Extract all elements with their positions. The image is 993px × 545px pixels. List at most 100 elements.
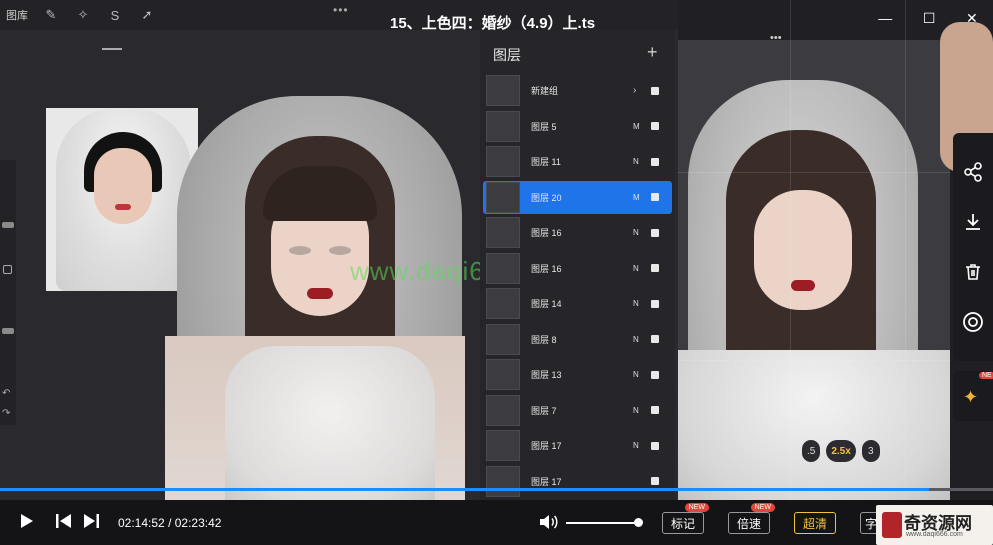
previous-icon[interactable] xyxy=(56,514,72,531)
layer-row[interactable]: 图层 7 N xyxy=(483,394,672,427)
mark-label: 标记 xyxy=(671,516,696,531)
selection-icon[interactable]: S xyxy=(106,6,124,24)
guide-line xyxy=(678,172,950,173)
maximize-button[interactable]: ☐ xyxy=(923,10,936,27)
visibility-checkbox[interactable] xyxy=(651,441,659,450)
trash-icon[interactable] xyxy=(962,261,984,283)
window-controls: — ☐ ✕ xyxy=(863,6,993,30)
guide-line xyxy=(790,0,791,512)
layer-thumbnail xyxy=(486,146,520,177)
reference-handle[interactable] xyxy=(102,48,122,50)
blend-mode[interactable]: N xyxy=(633,264,639,273)
current-time: 02:14:52 xyxy=(118,516,165,530)
blend-mode[interactable]: N xyxy=(633,228,639,237)
layer-row[interactable]: 图层 17 xyxy=(483,465,672,498)
player-controls: 02:14:52 / 02:23:42 标记 NEW 倍速 NEW 超清 字 xyxy=(0,500,993,545)
speed-option[interactable]: 2.5x xyxy=(826,440,856,462)
blend-mode[interactable]: N xyxy=(633,157,639,166)
mark-new-badge: NEW xyxy=(684,503,710,512)
volume-knob[interactable] xyxy=(634,518,644,527)
visibility-checkbox[interactable] xyxy=(651,193,659,201)
visibility-checkbox[interactable] xyxy=(651,264,659,272)
quality-button[interactable]: 超清 xyxy=(794,512,837,534)
layer-row[interactable]: 新建组 › xyxy=(483,74,672,107)
layer-thumbnail xyxy=(486,465,520,497)
layer-name: 图层 8 xyxy=(531,334,557,345)
quality-label: 超清 xyxy=(803,516,828,531)
play-icon[interactable] xyxy=(20,513,34,532)
visibility-checkbox[interactable] xyxy=(651,122,659,130)
layer-row[interactable]: 图层 17 N xyxy=(483,429,672,462)
layer-thumbnail xyxy=(486,110,520,142)
layer-thumbnail xyxy=(486,181,520,213)
blend-mode[interactable]: M xyxy=(633,122,640,131)
visibility-checkbox[interactable] xyxy=(651,406,659,414)
opacity-slider[interactable] xyxy=(2,328,14,334)
add-layer-button[interactable]: + xyxy=(647,42,658,63)
blend-mode[interactable]: N xyxy=(633,406,639,415)
layer-row[interactable]: 图层 11 N xyxy=(483,145,672,178)
video-title: 15、上色四：婚纱（4.9）上.ts xyxy=(390,15,596,32)
layer-row[interactable]: 图层 13 N xyxy=(483,358,672,391)
gallery-button[interactable]: 图库 xyxy=(6,7,28,23)
transform-icon[interactable]: ➚ xyxy=(138,6,156,24)
blend-mode[interactable]: N xyxy=(633,370,639,379)
minimize-button[interactable]: — xyxy=(878,10,892,26)
adjustments-icon[interactable]: ✧ xyxy=(74,6,92,24)
blend-mode[interactable]: M xyxy=(633,193,640,202)
layer-thumbnail xyxy=(486,252,520,284)
layer-name: 图层 16 xyxy=(531,228,562,238)
volume-icon[interactable] xyxy=(539,514,559,534)
layer-name: 图层 17 xyxy=(531,441,562,451)
redo-icon[interactable]: ↷ xyxy=(2,408,10,419)
speed-option[interactable]: .5 xyxy=(802,440,821,462)
top-menu-dots[interactable]: ••• xyxy=(333,3,349,17)
layer-name: 图层 11 xyxy=(531,157,561,167)
time-separator: / xyxy=(168,516,172,530)
layer-row[interactable]: 图层 5 M xyxy=(483,110,672,143)
video-player-window: 图库 ✎ ✧ S ➚ ••• ↶ ↷ www.daqi666.com 图层 + … xyxy=(0,0,993,545)
volume-slider[interactable] xyxy=(566,518,644,527)
brush-size-slider[interactable] xyxy=(2,222,14,228)
undo-icon[interactable]: ↶ xyxy=(2,388,10,399)
wrench-icon[interactable]: ✎ xyxy=(42,6,60,24)
close-button[interactable]: ✕ xyxy=(966,10,978,27)
right-menu-dots[interactable]: ••• xyxy=(770,32,782,44)
download-icon[interactable] xyxy=(962,211,984,233)
guide-line xyxy=(678,360,950,361)
pin-icon: ✦ xyxy=(963,387,979,407)
layer-row[interactable]: 图层 20 M xyxy=(483,180,672,214)
target-icon[interactable] xyxy=(962,311,984,333)
blend-mode[interactable]: N xyxy=(633,335,639,344)
progress-bar[interactable] xyxy=(0,488,993,491)
visibility-checkbox[interactable] xyxy=(651,157,659,166)
layer-row[interactable]: 图层 16 N xyxy=(483,252,672,285)
mark-button[interactable]: 标记 NEW xyxy=(662,503,710,534)
action-rail xyxy=(953,133,993,361)
layer-name: 图层 17 xyxy=(531,476,562,487)
modify-button[interactable] xyxy=(3,265,12,274)
share-icon[interactable] xyxy=(962,161,984,183)
pin-button[interactable]: ✦ NE xyxy=(953,371,993,421)
group-arrow-icon[interactable]: › xyxy=(633,85,636,96)
layer-name: 图层 16 xyxy=(531,263,562,274)
layer-row[interactable]: 图层 8 N xyxy=(483,323,672,356)
layer-row[interactable]: 图层 16 N xyxy=(483,216,672,249)
layer-thumbnail xyxy=(486,430,520,461)
visibility-checkbox[interactable] xyxy=(651,477,659,485)
visibility-checkbox[interactable] xyxy=(651,335,659,343)
visibility-checkbox[interactable] xyxy=(651,299,659,308)
blend-mode[interactable]: N xyxy=(633,441,639,450)
speed-option[interactable]: 3 xyxy=(861,440,880,462)
speed-button[interactable]: 倍速 NEW xyxy=(728,503,776,534)
visibility-checkbox[interactable] xyxy=(651,86,659,95)
visibility-checkbox[interactable] xyxy=(651,370,659,379)
layer-row[interactable]: 图层 14 N xyxy=(483,287,672,320)
brand-logo: 奇资源网 www.daqi666.com xyxy=(876,505,993,545)
blend-mode[interactable]: N xyxy=(633,299,639,308)
layer-thumbnail xyxy=(486,394,520,426)
visibility-checkbox[interactable] xyxy=(651,228,659,237)
next-icon[interactable] xyxy=(83,514,99,531)
layers-panel: 图层 + 新建组 › 图层 5 M 图层 11 N 图层 20 M 图层 16 N 图层 16 N 图层… xyxy=(480,30,675,512)
speed-label: 倍速 xyxy=(737,516,762,531)
